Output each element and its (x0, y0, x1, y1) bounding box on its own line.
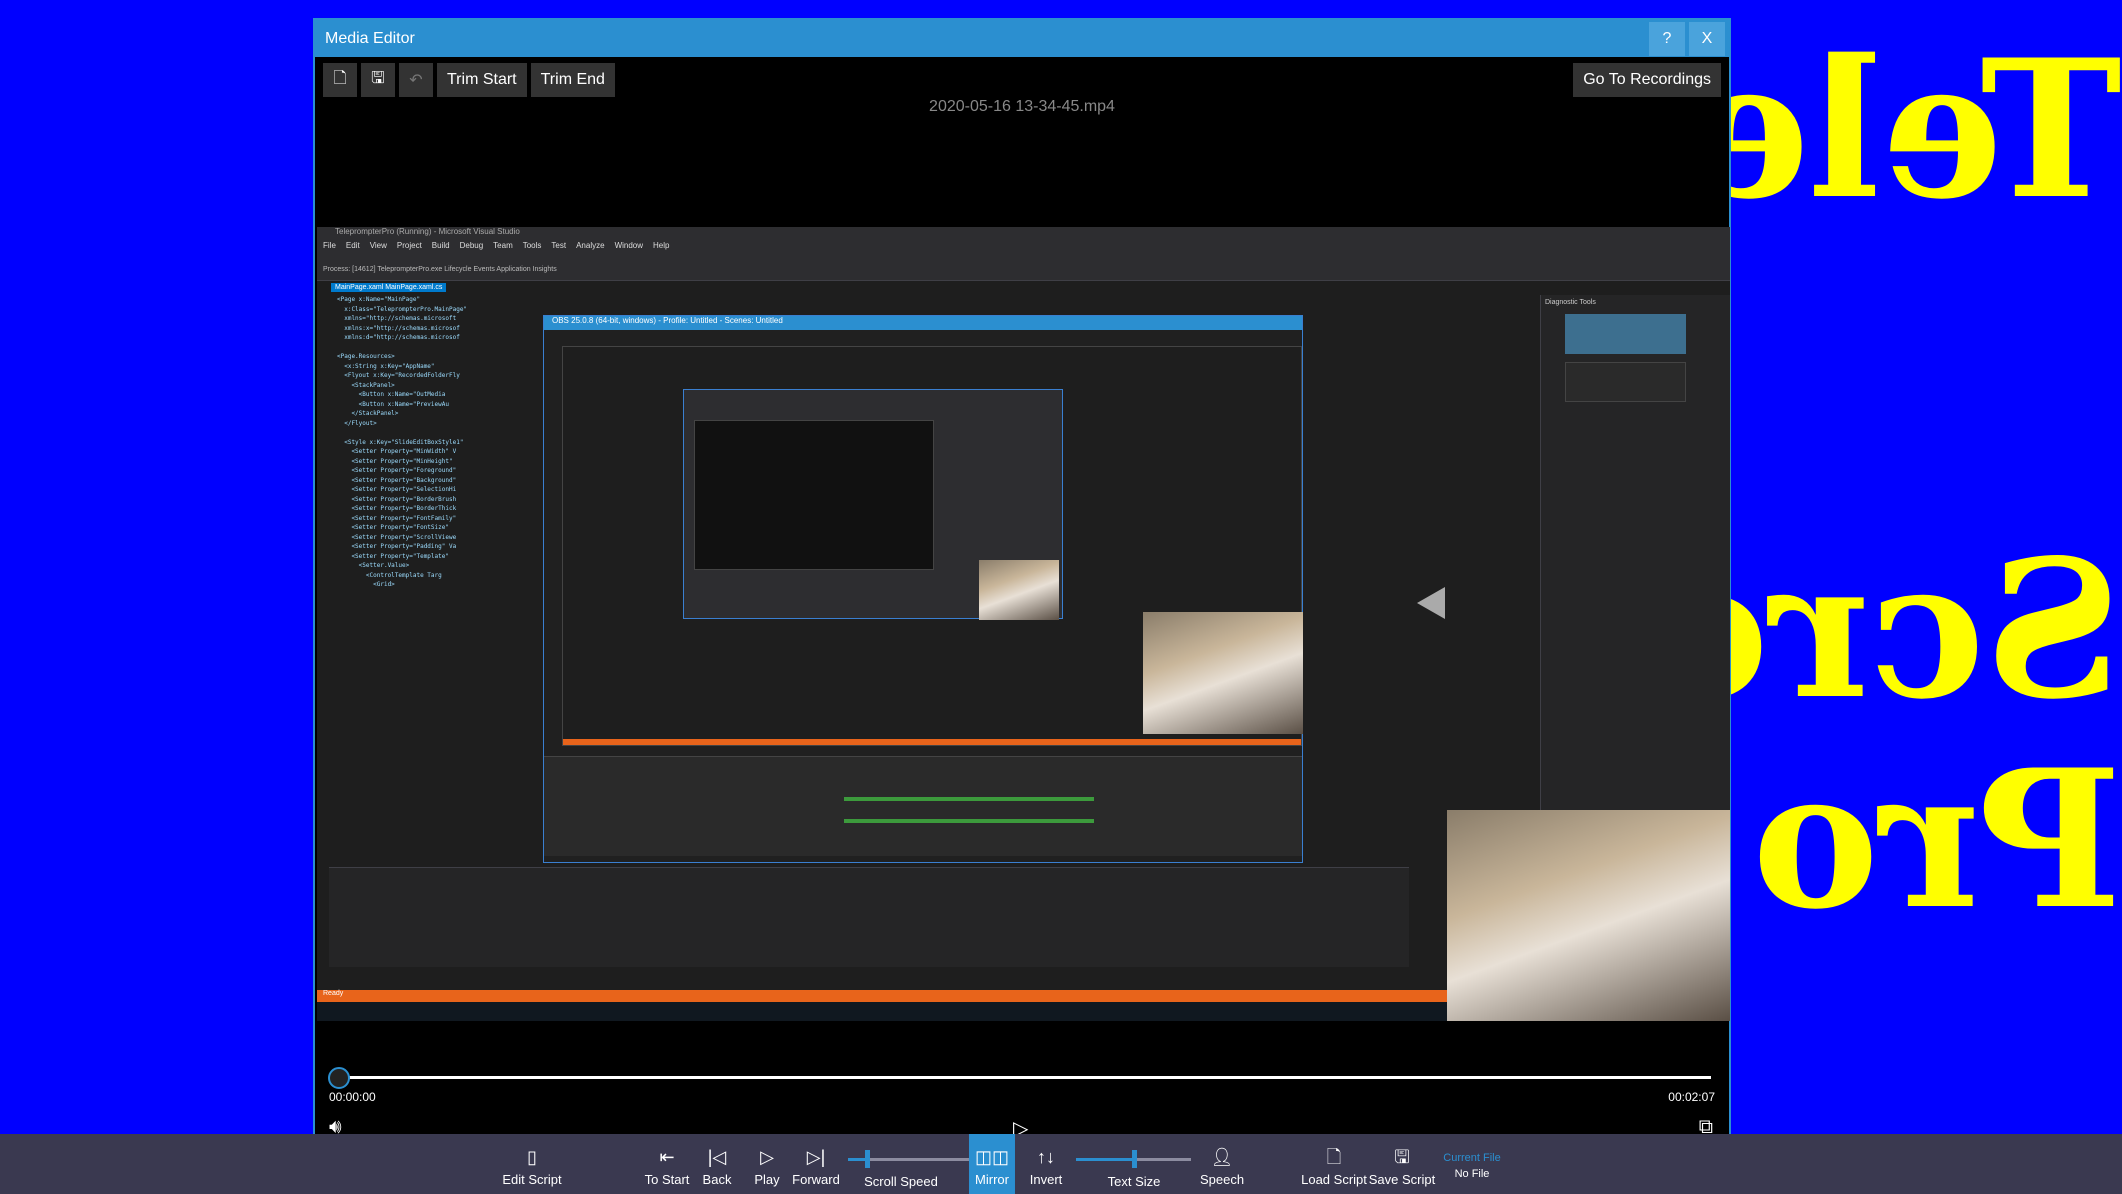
play-button[interactable]: ▷ Play (754, 1148, 779, 1187)
forward-button[interactable]: ▷| Forward (792, 1148, 840, 1187)
mirror-icon: ◫◫ (974, 1147, 1010, 1167)
speech-button[interactable]: 👤︎ Speech (1200, 1148, 1244, 1187)
undo-icon: ↶ (409, 72, 423, 89)
close-button[interactable]: X (1689, 21, 1725, 56)
forward-icon: ▷| (806, 1147, 826, 1167)
video-preview[interactable]: TeleprompterPro (Running) - Microsoft Vi… (317, 227, 1730, 1021)
invert-toggle[interactable]: ↑↓ Invert (1030, 1148, 1063, 1187)
teleprompter-toolbar: ▯ Edit Script ⇤ To Start |◁ Back ▷ Play ▷| Fo… (0, 1134, 2122, 1194)
save-icon: 🖫 (371, 69, 385, 87)
menu-item: Tools (522, 241, 542, 250)
nested-recording-3 (694, 420, 934, 570)
vs-process: Process: [14612] TeleprompterPro.exe Lif… (323, 266, 557, 273)
total-time: 00:02:07 (1668, 1090, 1715, 1104)
label: To Start (644, 1172, 690, 1187)
help-button[interactable]: ? (1649, 21, 1685, 56)
current-file-value: No File (1454, 1168, 1490, 1180)
scroll-speed-label: Scroll Speed (864, 1174, 938, 1189)
menu-item: Project (396, 241, 422, 250)
media-editor-window: Media Editor ? X 🗋 🖫 ↶ Trim Start Trim E… (313, 18, 1731, 1152)
vs-tabs: MainPage.xaml MainPage.xaml.cs (331, 283, 447, 292)
obs-webcam (1143, 612, 1303, 734)
label: Save Script (1368, 1172, 1436, 1187)
text-size-slider[interactable] (1076, 1150, 1191, 1168)
menu-item: Debug (459, 241, 484, 250)
nested-recording-2 (683, 389, 1063, 620)
to-start-button[interactable]: ⇤ To Start (645, 1148, 690, 1187)
current-file: Current File No File (1443, 1152, 1500, 1180)
to-start-icon: ⇤ (659, 1147, 675, 1167)
edit-script-button[interactable]: ▯ Edit Script (502, 1148, 561, 1187)
label: Back (702, 1172, 732, 1187)
menu-item: Window (614, 241, 644, 250)
menu-item: Help (653, 241, 670, 250)
save-icon: 🖫 (1394, 1147, 1410, 1167)
menu-item: Build (431, 241, 450, 250)
trim-start-button[interactable]: Trim Start (437, 63, 527, 97)
new-file-icon: 🗋 (333, 69, 347, 87)
edit-icon: ▯ (527, 1147, 537, 1167)
load-icon: 🗋 (1326, 1147, 1342, 1167)
menu-item: View (369, 241, 387, 250)
label: Invert (1029, 1172, 1063, 1187)
editor-toolbar: 🗋 🖫 ↶ Trim Start Trim End Go To Recordin… (323, 63, 1721, 97)
obs-window: OBS 25.0.8 (64-bit, windows) - Profile: … (543, 315, 1303, 863)
seek-handle[interactable] (328, 1067, 350, 1089)
text-size-label: Text Size (1107, 1174, 1161, 1189)
label: Forward (792, 1172, 840, 1187)
vs-title: TeleprompterPro (Running) - Microsoft Vi… (317, 227, 1730, 241)
new-file-button[interactable]: 🗋 (323, 63, 357, 97)
label: Load Script (1301, 1172, 1367, 1187)
menu-item: File (323, 241, 336, 250)
scroll-speed-handle[interactable] (864, 1150, 870, 1168)
nested-recording (562, 346, 1303, 746)
menu-item: Test (551, 241, 567, 250)
diagnostic-tools: Diagnostic Tools (1540, 295, 1730, 815)
obs-docks (544, 756, 1302, 856)
obs-title: OBS 25.0.8 (64-bit, windows) - Profile: … (544, 316, 1302, 330)
save-script-button[interactable]: 🖫 Save Script (1369, 1148, 1435, 1187)
load-script-button[interactable]: 🗋 Load Script (1301, 1148, 1367, 1187)
trim-end-button[interactable]: Trim End (530, 63, 615, 97)
save-button[interactable]: 🖫 (361, 63, 395, 97)
undo-button[interactable]: ↶ (399, 63, 433, 97)
label: Speech (1199, 1172, 1245, 1187)
diag-title: Diagnostic Tools (1545, 299, 1596, 306)
seek-bar[interactable] (335, 1076, 1711, 1079)
label: Edit Script (502, 1172, 562, 1187)
label: Mirror (975, 1172, 1009, 1187)
play-icon: ▷ (760, 1147, 774, 1167)
title-bar: Media Editor ? X (315, 20, 1729, 57)
text-size-handle[interactable] (1131, 1150, 1137, 1168)
nested-webcam (979, 560, 1059, 620)
menu-item: Edit (345, 241, 360, 250)
current-file-label: Current File (1443, 1152, 1501, 1164)
menu-item: Analyze (576, 241, 605, 250)
menu-item: Team (493, 241, 513, 250)
mirror-toggle[interactable]: ◫◫ Mirror (968, 1134, 1016, 1194)
webcam-overlay (1447, 810, 1730, 1021)
go-to-recordings-button[interactable]: Go To Recordings (1573, 63, 1721, 97)
current-time: 00:00:00 (329, 1090, 376, 1104)
speech-icon: 👤︎ (1210, 1147, 1234, 1167)
play-arrow-icon (1417, 587, 1445, 619)
file-name: 2020-05-16 13-34-45.mp4 (929, 98, 1115, 115)
vs-toolbar: Process: [14612] TeleprompterPro.exe Lif… (317, 253, 1730, 281)
window-title: Media Editor (325, 29, 415, 47)
vs-menu: File Edit View Project Build Debug Team Tools Te… (317, 241, 1730, 253)
back-button[interactable]: |◁ Back (703, 1148, 732, 1187)
scroll-speed-slider[interactable] (848, 1150, 974, 1168)
label: Play (754, 1172, 780, 1187)
vs-bottom-panes (329, 867, 1409, 967)
invert-icon: ↑↓ (1036, 1147, 1055, 1167)
code-editor: <Page x:Name="MainPage" x:Class="Telepro… (337, 296, 468, 588)
back-icon: |◁ (707, 1147, 727, 1167)
